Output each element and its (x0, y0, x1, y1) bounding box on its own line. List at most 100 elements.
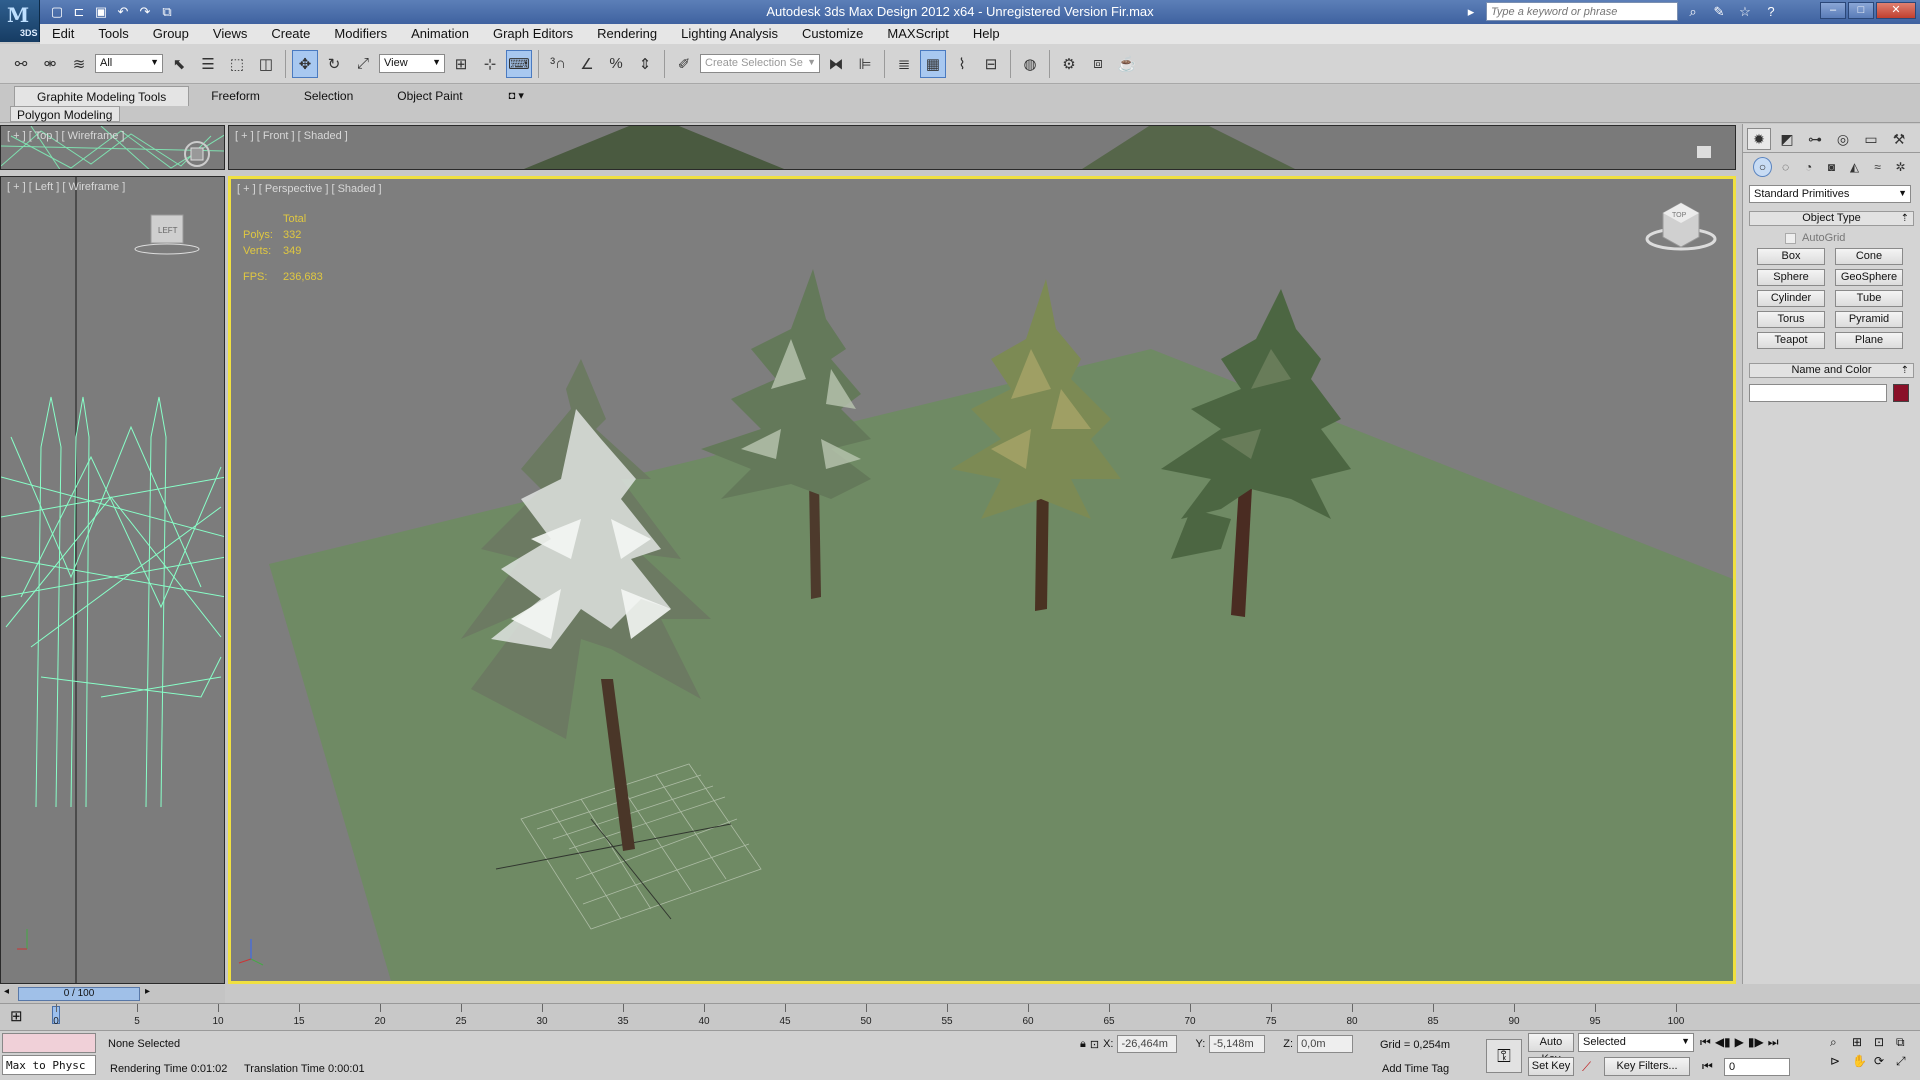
minimize-button[interactable]: – (1820, 2, 1846, 19)
torus-button[interactable]: Torus (1757, 311, 1825, 328)
viewport-top-label[interactable]: [ + ] [ Top ] [ Wireframe ] (7, 130, 124, 142)
menu-views[interactable]: Views (201, 24, 259, 44)
shapes-icon[interactable]: ◌ (1776, 157, 1795, 177)
reference-coordinate-dropdown[interactable]: View ▼ (379, 54, 445, 73)
box-button[interactable]: Box (1757, 248, 1825, 265)
pan-icon[interactable]: ✋ (1852, 1054, 1872, 1069)
viewport-front[interactable]: [ + ] [ Front ] [ Shaded ] (228, 125, 1736, 170)
help-icon[interactable]: ? (1760, 2, 1782, 21)
link-icon[interactable]: ⚯ (8, 50, 34, 78)
window-crossing-icon[interactable]: ◫ (253, 50, 279, 78)
select-object-icon[interactable]: ⬉ (166, 50, 192, 78)
geosphere-button[interactable]: GeoSphere (1835, 269, 1903, 286)
display-tab-icon[interactable]: ▭ (1859, 128, 1883, 150)
render-production-icon[interactable]: ☕ (1114, 50, 1140, 78)
render-setup-icon[interactable]: ⚙ (1056, 50, 1082, 78)
tab-graphite-modeling-tools[interactable]: Graphite Modeling Tools (14, 86, 190, 106)
play-icon[interactable]: ▶ (1735, 1035, 1744, 1050)
space-warps-icon[interactable]: ≈ (1868, 157, 1887, 177)
keyboard-shortcut-override-icon[interactable]: ⌨ (506, 49, 532, 78)
viewport-front-label[interactable]: [ + ] [ Front ] [ Shaded ] (235, 130, 348, 142)
autogrid-checkbox[interactable]: AutoGrid (1785, 232, 1920, 244)
field-of-view-icon[interactable]: ⊳ (1830, 1054, 1850, 1069)
set-key-button[interactable]: Set Key (1528, 1057, 1574, 1076)
subscription-icon[interactable]: ✎ (1708, 2, 1730, 21)
cylinder-button[interactable]: Cylinder (1757, 290, 1825, 307)
current-frame-field[interactable]: 0 (1724, 1058, 1790, 1076)
primitive-category-dropdown[interactable]: Standard Primitives ▼ (1749, 185, 1911, 203)
systems-icon[interactable]: ✲ (1891, 157, 1910, 177)
viewport-left-label[interactable]: [ + ] [ Left ] [ Wireframe ] (7, 181, 125, 193)
select-move-icon[interactable]: ✥ (292, 49, 318, 78)
maximize-viewport-icon[interactable]: ⤢ (1896, 1054, 1916, 1069)
open-icon[interactable]: ⊏ (70, 3, 88, 21)
track-bar-ruler[interactable]: 0 5 10 15 20 25 30 35 40 45 50 55 60 65 70 75 80 85 90 95 10… (50, 1004, 1690, 1028)
motion-tab-icon[interactable]: ◎ (1831, 128, 1855, 150)
rendered-frame-window-icon[interactable]: ⧈ (1085, 50, 1111, 78)
menu-create[interactable]: Create (259, 24, 322, 44)
pivot-center-icon[interactable]: ⊞ (448, 50, 474, 78)
menu-customize[interactable]: Customize (790, 24, 875, 44)
absolute-mode-icon[interactable]: ⊡ (1090, 1038, 1099, 1051)
viewport-perspective-label[interactable]: [ + ] [ Perspective ] [ Shaded ] (237, 183, 382, 195)
menu-animation[interactable]: Animation (399, 24, 481, 44)
curve-editor-mini-icon[interactable]: ⊞ (10, 1007, 23, 1025)
graphite-toggle-icon[interactable]: ▦ (920, 49, 946, 78)
cameras-icon[interactable]: ◙ (1822, 157, 1841, 177)
menu-help[interactable]: Help (961, 24, 1012, 44)
next-frame-icon[interactable]: ▮▶ (1748, 1035, 1764, 1050)
viewport-top[interactable]: [ + ] [ Top ] [ Wireframe ] (0, 125, 225, 170)
select-rotate-icon[interactable]: ↻ (321, 50, 347, 78)
cone-button[interactable]: Cone (1835, 248, 1903, 265)
lights-icon[interactable]: ◔ (1799, 157, 1818, 177)
utilities-tab-icon[interactable]: ⚒ (1887, 128, 1911, 150)
key-icon[interactable]: ⚿ (1486, 1039, 1522, 1073)
save-icon[interactable]: ▣ (92, 3, 110, 21)
selection-filter-dropdown[interactable]: All ▼ (95, 54, 163, 73)
project-icon[interactable]: ⧉ (158, 3, 176, 21)
application-button[interactable]: M 3DS (0, 0, 40, 42)
hierarchy-tab-icon[interactable]: ⊶ (1803, 128, 1827, 150)
tab-freeform[interactable]: Freeform (189, 86, 282, 106)
add-time-tag[interactable]: Add Time Tag (1382, 1063, 1449, 1075)
track-bar[interactable]: ⊞ 0 5 10 15 20 25 30 35 40 45 50 55 60 65 70 75 80 85 90 95… (0, 1003, 1920, 1027)
rectangular-selection-icon[interactable]: ⬚ (224, 50, 250, 78)
key-mode-toggle-icon[interactable]: ⏮ (1702, 1059, 1713, 1074)
zoom-extents-all-icon[interactable]: ⧉ (1896, 1035, 1916, 1050)
curve-editor-icon[interactable]: ⌇ (949, 50, 975, 78)
y-coordinate-field[interactable]: -5,148m (1209, 1035, 1266, 1053)
key-filters-button[interactable]: Key Filters... (1604, 1057, 1690, 1076)
mirror-icon[interactable]: ⧓ (823, 50, 849, 78)
undo-icon[interactable]: ↶ (114, 3, 132, 21)
search-input[interactable] (1486, 2, 1678, 21)
time-slider-next-icon[interactable]: ▸ (145, 986, 150, 997)
tube-button[interactable]: Tube (1835, 290, 1903, 307)
previous-frame-icon[interactable]: ◀▮ (1715, 1035, 1731, 1050)
favorites-icon[interactable]: ☆ (1734, 2, 1756, 21)
ribbon-options-icon[interactable]: ◘ ▾ (509, 86, 524, 106)
teapot-button[interactable]: Teapot (1757, 332, 1825, 349)
go-to-start-icon[interactable]: ⏮ (1700, 1035, 1711, 1050)
ribbon-panel-polygon-modeling[interactable]: Polygon Modeling (10, 106, 120, 122)
expand-arrow-icon[interactable]: ▸ (1460, 2, 1482, 21)
menu-modifiers[interactable]: Modifiers (322, 24, 399, 44)
menu-maxscript[interactable]: MAXScript (875, 24, 960, 44)
menu-group[interactable]: Group (141, 24, 201, 44)
object-color-swatch[interactable] (1893, 384, 1909, 402)
angle-snap-icon[interactable]: ∠ (574, 50, 600, 78)
orbit-icon[interactable]: ⟳ (1874, 1054, 1894, 1069)
select-manipulate-icon[interactable]: ⊹ (477, 50, 503, 78)
plane-button[interactable]: Plane (1835, 332, 1903, 349)
bind-space-warp-icon[interactable]: ≋ (66, 50, 92, 78)
new-icon[interactable]: ▢ (48, 3, 66, 21)
go-to-end-icon[interactable]: ⏭ (1768, 1035, 1779, 1050)
name-and-color-rollout[interactable]: Name and Color ⇡ (1749, 363, 1914, 378)
tab-selection[interactable]: Selection (282, 86, 375, 106)
menu-rendering[interactable]: Rendering (585, 24, 669, 44)
menu-lighting-analysis[interactable]: Lighting Analysis (669, 24, 790, 44)
maximize-button[interactable]: □ (1848, 2, 1874, 19)
x-coordinate-field[interactable]: -26,464m (1117, 1035, 1178, 1053)
key-mode-dropdown[interactable]: Selected ▼ (1578, 1033, 1694, 1052)
create-tab-icon[interactable]: ✹ (1747, 128, 1771, 150)
default-tangent-icon[interactable]: ⟋ (1582, 1059, 1591, 1075)
